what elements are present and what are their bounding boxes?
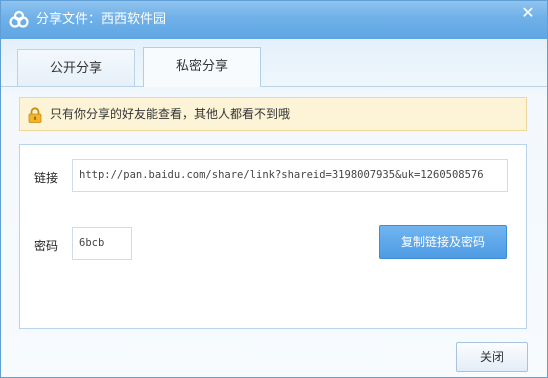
close-icon[interactable]: ✕ [519, 5, 537, 23]
privacy-notice: 只有你分享的好友能查看，其他人都看不到哦 [19, 97, 527, 131]
baidu-cloud-logo-icon [9, 10, 29, 28]
tab-public-share[interactable]: 公开分享 [17, 49, 135, 87]
close-button[interactable]: 关闭 [456, 342, 528, 372]
share-info-panel: 链接 http://pan.baidu.com/share/link?share… [19, 144, 527, 329]
link-label: 链接 [34, 171, 59, 185]
password-field[interactable]: 6bcb [72, 227, 132, 260]
title-bar[interactable]: 分享文件：西西软件园 ✕ [1, 1, 547, 39]
tab-private-share[interactable]: 私密分享 [143, 47, 261, 87]
share-dialog: 分享文件：西西软件园 ✕ 公开分享 私密分享 只有你分享的好友能查看，其他人都看… [0, 0, 548, 378]
lock-icon [28, 107, 42, 123]
copy-link-and-password-button[interactable]: 复制链接及密码 [379, 225, 507, 259]
notice-text: 只有你分享的好友能查看，其他人都看不到哦 [50, 107, 291, 121]
window-title: 分享文件：西西软件园 [36, 12, 167, 27]
active-tab-gap [144, 86, 260, 87]
link-field[interactable]: http://pan.baidu.com/share/link?shareid=… [72, 159, 508, 192]
password-label: 密码 [34, 239, 59, 253]
tab-divider [1, 86, 547, 87]
